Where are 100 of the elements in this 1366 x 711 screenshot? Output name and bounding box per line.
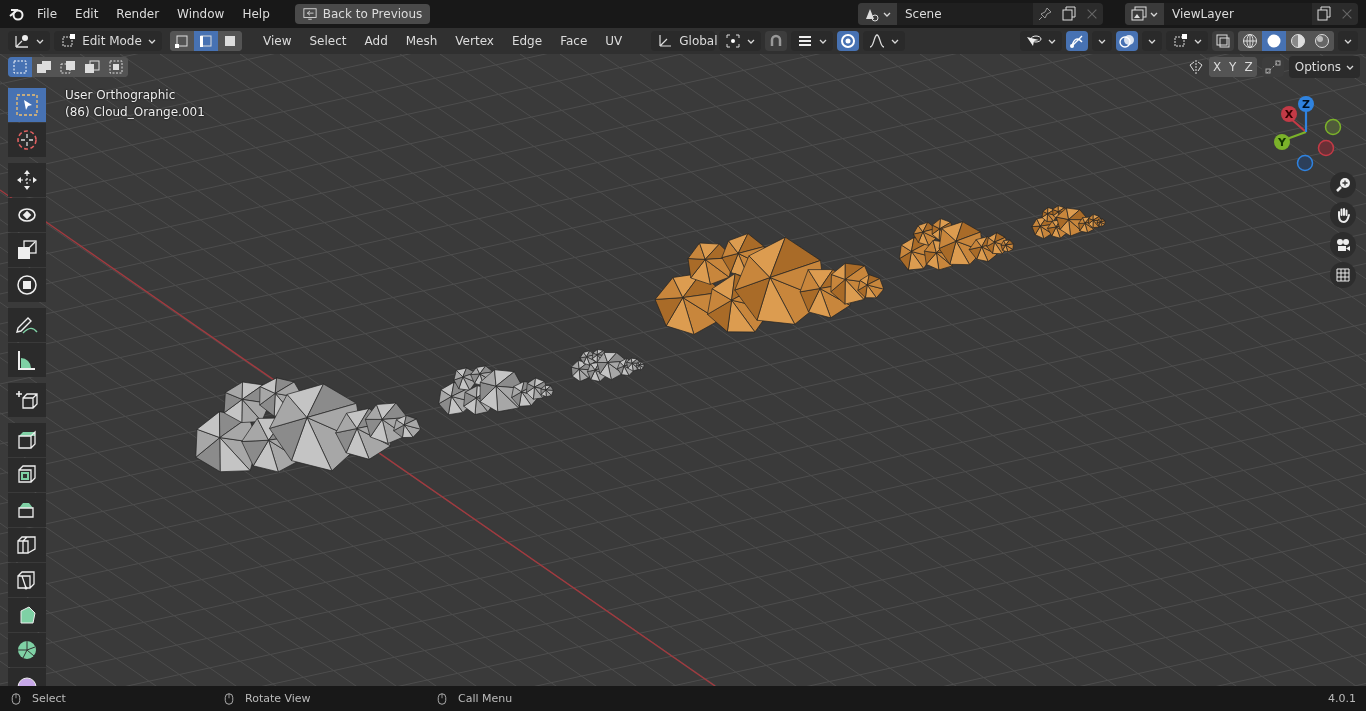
falloff-dropdown[interactable] [863,31,906,51]
tool-button[interactable] [8,493,46,527]
header-menu[interactable]: Edge [504,31,550,51]
perspective-toggle-button[interactable] [1330,262,1356,288]
chevron-down-icon [891,37,900,45]
view-name: User Orthographic [65,88,177,102]
chevron-down-icon [747,37,756,45]
transform-icon [15,273,39,297]
xray-toggle[interactable] [1212,31,1234,51]
tool-button[interactable] [8,233,46,267]
pivot-dropdown[interactable] [719,31,762,51]
axis-handle[interactable] [1317,139,1335,157]
tool-button[interactable] [8,423,46,457]
mouse-icon [436,690,448,707]
tool-button[interactable] [8,123,46,157]
edit-mode-icon [60,33,76,49]
axis-z-handle[interactable]: Z [1298,96,1314,132]
header-menu[interactable]: Vertex [448,31,501,51]
tool-button[interactable] [8,198,46,232]
select-intersect-icon [108,59,124,75]
solid-sphere-icon [1266,33,1282,49]
select-box-icon [15,93,39,117]
tool-button[interactable] [8,633,46,667]
edge-select-icon [198,33,214,49]
tool-button[interactable] [8,458,46,492]
tool-button[interactable] [8,563,46,597]
mesh-overlay-dropdown[interactable] [1166,31,1208,51]
close-icon [1340,7,1354,21]
axis-y-handle[interactable]: Y [1274,130,1307,150]
header-menu[interactable]: Face [553,31,595,51]
rendered-sphere-icon [1314,33,1330,49]
chevron-down-icon [883,10,891,18]
snap-toggle[interactable] [765,31,788,51]
pin-icon [1037,6,1053,22]
axis-handle[interactable] [1296,154,1314,172]
scale-icon [15,238,39,262]
close-icon [1085,7,1099,21]
mode-dropdown[interactable]: Edit Mode [54,31,162,51]
gizmo-dropdown[interactable] [1092,31,1112,51]
scene-name: Scene [897,3,1033,25]
editor-type-button[interactable] [8,31,50,51]
duplicate-icon [1316,6,1332,22]
shading-button[interactable] [1262,31,1286,51]
tool-button[interactable] [8,598,46,632]
selection-mode-button[interactable] [8,57,32,77]
chevron-down-icon [1098,37,1106,45]
overlay-dropdown[interactable] [1142,31,1162,51]
proportional-edit-toggle[interactable] [837,31,860,51]
zoom-icon [1335,177,1351,193]
camera-view-button[interactable] [1330,232,1356,258]
proportional-icon [840,33,857,49]
menu-item[interactable]: Render [109,4,167,24]
header-menu[interactable]: UV [598,31,630,51]
header-menu[interactable]: View [256,31,299,51]
chevron-down-icon [1150,10,1158,18]
select-mode-button[interactable] [194,31,218,51]
menu-item[interactable]: File [30,4,65,24]
crosshair-icon [15,128,39,152]
chevron-down-icon [36,37,44,45]
view-layer-selector[interactable]: ViewLayer [1125,3,1358,25]
zoom-button[interactable] [1330,172,1356,198]
tool-button[interactable] [8,343,46,377]
falloff-curve-icon [869,33,886,49]
topology-mirror-button[interactable] [1261,57,1284,77]
scene-selector[interactable]: Scene [858,3,1103,25]
axes-icon [14,33,30,49]
chevron-down-icon [1194,37,1202,45]
header-menu[interactable]: Mesh [398,31,445,51]
overlay-toggle[interactable] [1116,31,1138,51]
back-to-previous-button[interactable]: Back to Previous [294,4,431,24]
menu-item[interactable]: Window [170,4,232,24]
header-menu[interactable]: Select [302,31,354,51]
tool-button[interactable] [8,528,46,562]
visibility-dropdown[interactable] [1020,31,1062,51]
wireframe-sphere-icon [1242,33,1258,49]
vertex-select-icon [174,33,190,49]
mirror-icon [1187,59,1204,75]
tool-button[interactable] [8,383,46,417]
chevron-down-icon [1344,37,1352,45]
face-select-icon [222,33,238,49]
snap-target-dropdown[interactable] [791,31,834,51]
select-new-icon [12,59,28,75]
pan-button[interactable] [1330,202,1356,228]
tool-button[interactable] [8,268,46,302]
pivot-icon [725,33,742,49]
menu-item[interactable]: Edit [68,4,106,24]
tool-button[interactable] [8,163,46,197]
shading-dropdown[interactable] [1338,31,1358,51]
axis-handle[interactable] [1324,118,1342,136]
select-extend-icon [36,59,52,75]
header-menu[interactable]: Add [357,31,395,51]
menu-item[interactable]: Help [235,4,277,24]
options-dropdown[interactable]: Options [1288,56,1360,78]
tool-button[interactable] [8,308,46,342]
orientation-dropdown[interactable]: Global [651,31,716,51]
version-label: 4.0.1 [1328,692,1356,705]
orientation-icon [657,33,674,49]
xray-icon [1215,33,1231,49]
gizmo-toggle[interactable] [1066,31,1088,51]
increment-icon [797,33,814,49]
